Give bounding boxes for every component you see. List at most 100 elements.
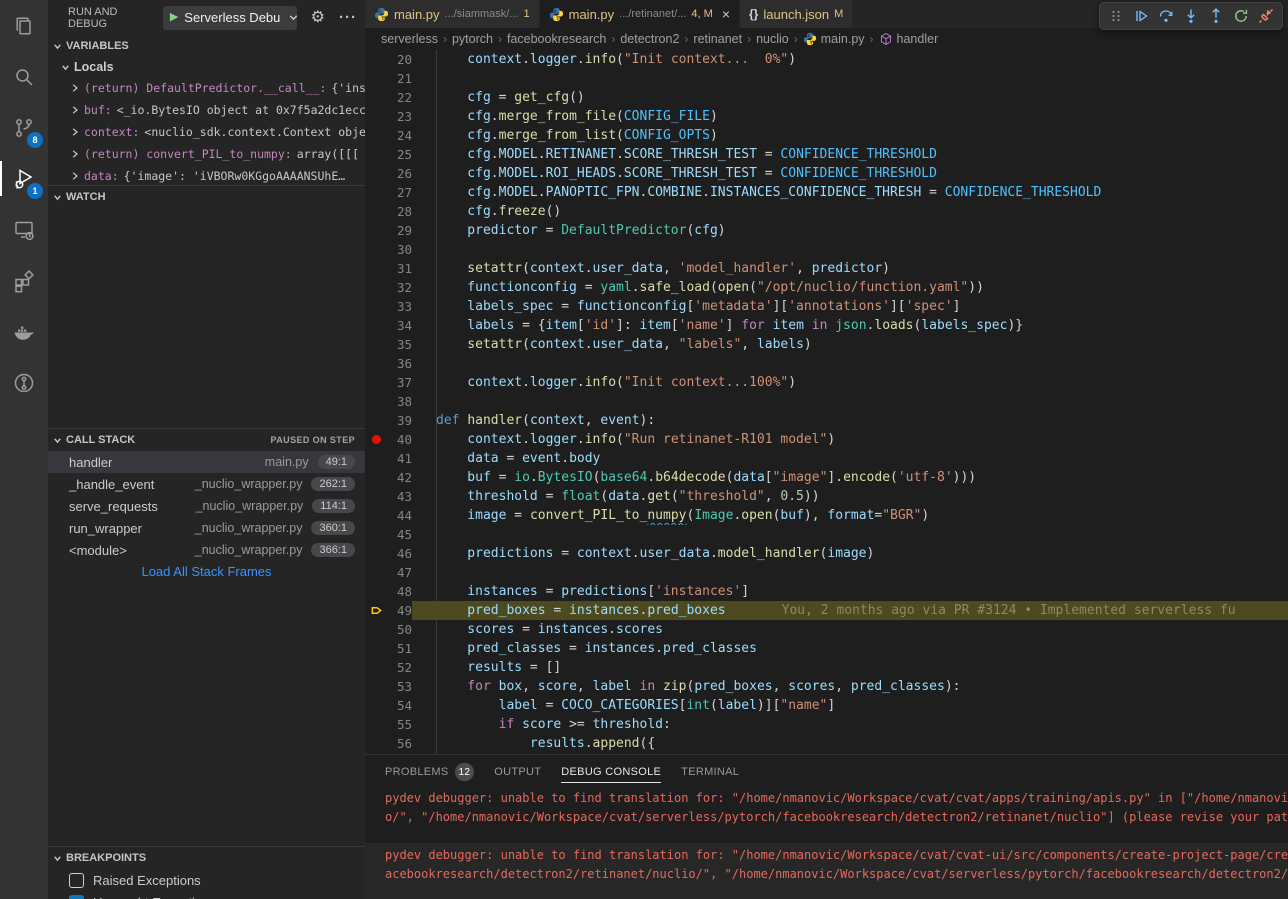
variable-row[interactable]: context:<nuclio_sdk.context.Context obje…: [48, 121, 365, 143]
breadcrumb-item-handler[interactable]: handler: [879, 32, 939, 46]
stack-frame-row[interactable]: serve_requests_nuclio_wrapper.py114:1: [48, 495, 365, 517]
breakpoints-section-header[interactable]: BREAKPOINTS: [48, 847, 365, 869]
panel-tab-terminal[interactable]: TERMINAL: [671, 755, 749, 789]
restart-button[interactable]: [1230, 5, 1252, 27]
variable-row[interactable]: (return) DefaultPredictor.__call__:{'ins…: [48, 77, 365, 99]
variable-row[interactable]: (return) convert_PIL_to_numpy:array([[[ …: [48, 143, 365, 165]
breadcrumb-item-nuclio[interactable]: nuclio: [756, 32, 789, 46]
code-line-52[interactable]: 52 results = []: [365, 658, 1288, 677]
code-line-55[interactable]: 55 if score >= threshold:: [365, 715, 1288, 734]
code-line-20[interactable]: 20 context.logger.info("Init context... …: [365, 50, 1288, 69]
load-all-stack-frames-link[interactable]: Load All Stack Frames: [48, 561, 365, 583]
code-line-26[interactable]: 26 cfg.MODEL.ROI_HEADS.SCORE_THRESH_TEST…: [365, 164, 1288, 183]
editor-tab-main.py[interactable]: main.py.../siammask/...1: [365, 0, 539, 28]
breadcrumb-item-detectron2[interactable]: detectron2: [620, 32, 679, 46]
activity-item-run-and-debug[interactable]: 1: [0, 153, 48, 204]
stack-frame-row[interactable]: <module>_nuclio_wrapper.py366:1: [48, 539, 365, 561]
gear-icon[interactable]: ⚙: [311, 10, 325, 26]
activity-item-files[interactable]: [0, 0, 48, 51]
step-out-button[interactable]: [1205, 5, 1227, 27]
activity-item-docker[interactable]: [0, 306, 48, 357]
activity-item-gitlens[interactable]: [0, 357, 48, 408]
activity-item-remote-explorer[interactable]: [0, 204, 48, 255]
close-icon[interactable]: ×: [722, 7, 730, 21]
debug-console-output: pydev debugger: unable to find translati…: [365, 789, 1288, 899]
start-debug-icon[interactable]: ▶: [170, 12, 178, 23]
stack-frame-row[interactable]: handlermain.py49:1: [48, 451, 365, 473]
code-line-49[interactable]: 49 pred_boxes = instances.pred_boxesYou,…: [365, 601, 1288, 620]
watch-section-header[interactable]: WATCH: [48, 186, 365, 208]
panel-tab-problems[interactable]: PROBLEMS12: [375, 755, 484, 789]
code-line-30[interactable]: 30: [365, 240, 1288, 259]
code-line-43[interactable]: 43 threshold = float(data.get("threshold…: [365, 487, 1288, 506]
gripper-button[interactable]: [1105, 5, 1127, 27]
code-line-32[interactable]: 32 functionconfig = yaml.safe_load(open(…: [365, 278, 1288, 297]
code-line-56[interactable]: 56 results.append({: [365, 734, 1288, 753]
breadcrumb-separator: ›: [611, 32, 615, 46]
code-line-29[interactable]: 29 predictor = DefaultPredictor(cfg): [365, 221, 1288, 240]
code-line-44[interactable]: 44 image = convert_PIL_to_numpy(Image.op…: [365, 506, 1288, 525]
activity-item-extensions[interactable]: [0, 255, 48, 306]
breadcrumb-item-main.py[interactable]: main.py: [803, 32, 865, 46]
code-line-36[interactable]: 36: [365, 354, 1288, 373]
variable-name: context:: [84, 125, 139, 139]
editor-tab-launch.json[interactable]: {}launch.jsonM: [740, 0, 852, 28]
code-line-51[interactable]: 51 pred_classes = instances.pred_classes: [365, 639, 1288, 658]
disconnect-button[interactable]: [1255, 5, 1277, 27]
code-line-28[interactable]: 28 cfg.freeze(): [365, 202, 1288, 221]
panel-tab-debug-console[interactable]: DEBUG CONSOLE: [551, 755, 671, 789]
continue-button[interactable]: [1130, 5, 1152, 27]
code-line-50[interactable]: 50 scores = instances.scores: [365, 620, 1288, 639]
variables-section-header[interactable]: VARIABLES: [48, 35, 365, 57]
locals-scope-row[interactable]: Locals: [48, 57, 365, 77]
step-over-button[interactable]: [1155, 5, 1177, 27]
stack-frame-row[interactable]: _handle_event_nuclio_wrapper.py262:1: [48, 473, 365, 495]
activity-item-search[interactable]: [0, 51, 48, 102]
code-line-47[interactable]: 47: [365, 563, 1288, 582]
call-stack-section-header[interactable]: CALL STACK PAUSED ON STEP: [48, 429, 365, 451]
code-line-48[interactable]: 48 instances = predictions['instances']: [365, 582, 1288, 601]
code-line-21[interactable]: 21: [365, 69, 1288, 88]
breadcrumb-item-facebookresearch[interactable]: facebookresearch: [507, 32, 606, 46]
code-line-37[interactable]: 37 context.logger.info("Init context...1…: [365, 373, 1288, 392]
line-number: 54: [387, 696, 412, 715]
breakpoint-row[interactable]: ✓Uncaught Exceptions: [48, 891, 365, 899]
checkbox[interactable]: [69, 873, 84, 888]
code-line-33[interactable]: 33 labels_spec = functionconfig['metadat…: [365, 297, 1288, 316]
code-line-46[interactable]: 46 predictions = context.user_data.model…: [365, 544, 1288, 563]
more-actions-icon[interactable]: ···: [339, 9, 357, 26]
stack-frame-row[interactable]: run_wrapper_nuclio_wrapper.py360:1: [48, 517, 365, 539]
code-line-27[interactable]: 27 cfg.MODEL.PANOPTIC_FPN.COMBINE.INSTAN…: [365, 183, 1288, 202]
code-line-22[interactable]: 22 cfg = get_cfg(): [365, 88, 1288, 107]
editor-tab-main.py[interactable]: main.py.../retinanet/...4, M×: [540, 0, 739, 28]
code-line-53[interactable]: 53 for box, score, label in zip(pred_box…: [365, 677, 1288, 696]
checkbox[interactable]: ✓: [69, 895, 84, 899]
code-line-23[interactable]: 23 cfg.merge_from_file(CONFIG_FILE): [365, 107, 1288, 126]
code-line-42[interactable]: 42 buf = io.BytesIO(base64.b64decode(dat…: [365, 468, 1288, 487]
code-line-45[interactable]: 45: [365, 525, 1288, 544]
breakpoint-row[interactable]: Raised Exceptions: [48, 869, 365, 891]
breadcrumb-item-retinanet[interactable]: retinanet: [693, 32, 742, 46]
code-line-31[interactable]: 31 setattr(context.user_data, 'model_han…: [365, 259, 1288, 278]
code-line-34[interactable]: 34 labels = {item['id']: item['name'] fo…: [365, 316, 1288, 335]
line-number: 36: [387, 354, 412, 373]
code-line-39[interactable]: 39def handler(context, event):: [365, 411, 1288, 430]
code-line-41[interactable]: 41 data = event.body: [365, 449, 1288, 468]
code-line-25[interactable]: 25 cfg.MODEL.RETINANET.SCORE_THRESH_TEST…: [365, 145, 1288, 164]
code-line-35[interactable]: 35 setattr(context.user_data, "labels", …: [365, 335, 1288, 354]
variable-value: {'image': 'iVBORw0KGgoAAAANSUhE…: [124, 169, 346, 183]
variable-row[interactable]: data:{'image': 'iVBORw0KGgoAAAANSUhE…: [48, 165, 365, 185]
code-line-24[interactable]: 24 cfg.merge_from_list(CONFIG_OPTS): [365, 126, 1288, 145]
code-editor[interactable]: 20 context.logger.info("Init context... …: [365, 50, 1288, 754]
breakpoint-dot[interactable]: [365, 430, 387, 449]
step-into-button[interactable]: [1180, 5, 1202, 27]
breadcrumb-item-pytorch[interactable]: pytorch: [452, 32, 493, 46]
activity-item-source-control[interactable]: 8: [0, 102, 48, 153]
code-line-38[interactable]: 38: [365, 392, 1288, 411]
code-line-40[interactable]: 40 context.logger.info("Run retinanet-R1…: [365, 430, 1288, 449]
breadcrumb-item-serverless[interactable]: serverless: [381, 32, 438, 46]
code-line-54[interactable]: 54 label = COCO_CATEGORIES[int(label)]["…: [365, 696, 1288, 715]
variable-row[interactable]: buf:<_io.BytesIO object at 0x7f5a2dc1ecc…: [48, 99, 365, 121]
launch-config-dropdown[interactable]: ▶ Serverless Debu: [163, 6, 297, 30]
panel-tab-output[interactable]: OUTPUT: [484, 755, 551, 789]
